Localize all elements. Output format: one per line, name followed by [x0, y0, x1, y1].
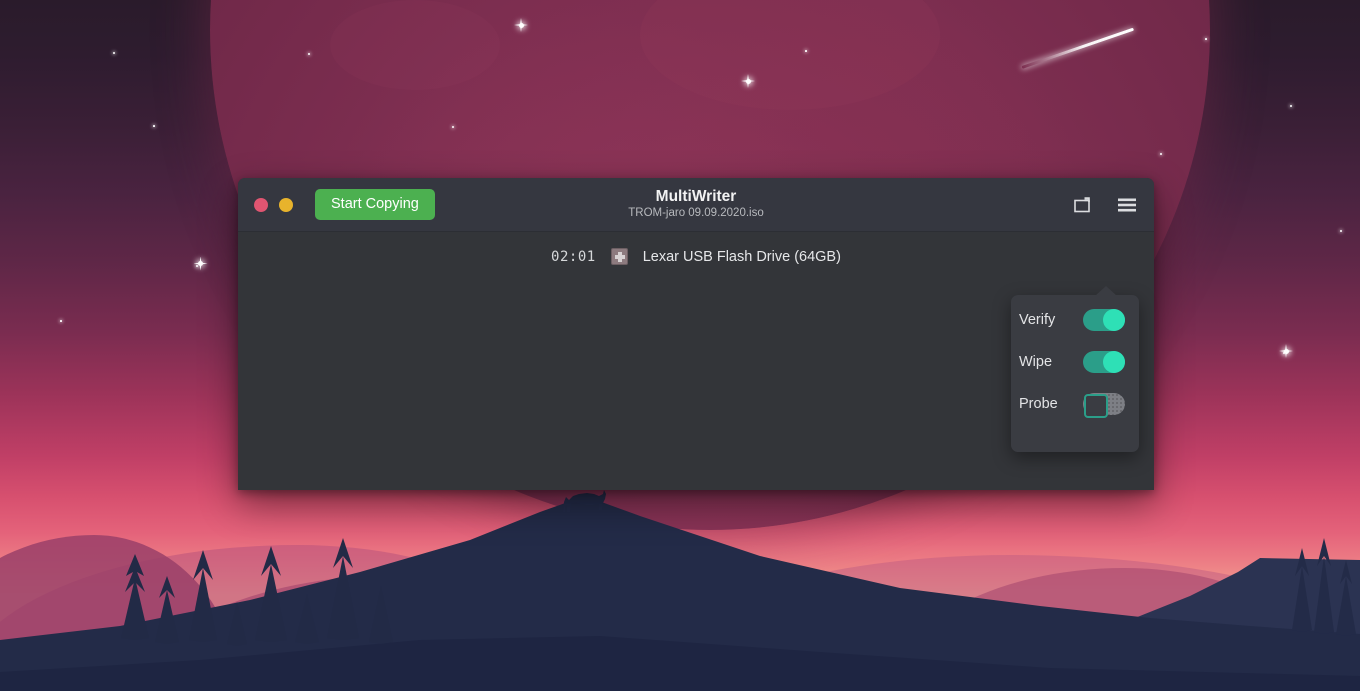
wallpaper-pine-trees-right	[1292, 538, 1356, 636]
toggle-wipe[interactable]	[1083, 351, 1125, 373]
titlebar-left-controls: Start Copying	[254, 189, 435, 220]
window-close-button[interactable]	[254, 197, 268, 212]
toggle-probe[interactable]	[1083, 393, 1125, 418]
option-label-probe: Probe	[1019, 396, 1058, 412]
open-image-button[interactable]	[1070, 192, 1096, 218]
device-list-row[interactable]: 02:01 Lexar USB Flash Drive (64GB)	[238, 248, 1154, 265]
popover-arrow	[1095, 286, 1117, 296]
window-body: 02:01 Lexar USB Flash Drive (64GB) Verif…	[238, 232, 1154, 490]
option-label-wipe: Wipe	[1019, 354, 1053, 370]
toggle-verify[interactable]	[1083, 309, 1125, 331]
hamburger-menu-icon	[1118, 198, 1136, 211]
window-subtitle-iso-name: TROM-jaro 09.09.2020.iso	[628, 207, 764, 220]
multiwriter-window: Start Copying MultiWriter TROM-jaro 09.0…	[238, 178, 1154, 490]
main-menu-button[interactable]	[1114, 192, 1140, 218]
option-row-verify: Verify	[1019, 309, 1125, 331]
popover-content: Verify Wipe Probe	[1011, 295, 1139, 418]
device-name-label: Lexar USB Flash Drive (64GB)	[642, 248, 841, 265]
wallpaper-pine-trees-left	[121, 538, 393, 646]
options-popover: Verify Wipe Probe	[1011, 286, 1139, 452]
start-copying-button[interactable]: Start Copying	[315, 189, 435, 220]
option-label-verify: Verify	[1019, 312, 1056, 328]
titlebar-right-controls	[1070, 192, 1140, 218]
wallpaper-wolf-silhouette	[563, 490, 606, 512]
option-row-probe: Probe	[1019, 393, 1125, 418]
option-row-wipe: Wipe	[1019, 351, 1125, 373]
folder-open-icon	[1074, 196, 1090, 212]
device-elapsed-time: 02:01	[551, 248, 596, 265]
usb-drive-icon	[610, 248, 628, 265]
window-minimize-button[interactable]	[279, 197, 293, 212]
window-title: MultiWriter	[655, 188, 737, 206]
window-titlebar: Start Copying MultiWriter TROM-jaro 09.0…	[238, 178, 1154, 232]
